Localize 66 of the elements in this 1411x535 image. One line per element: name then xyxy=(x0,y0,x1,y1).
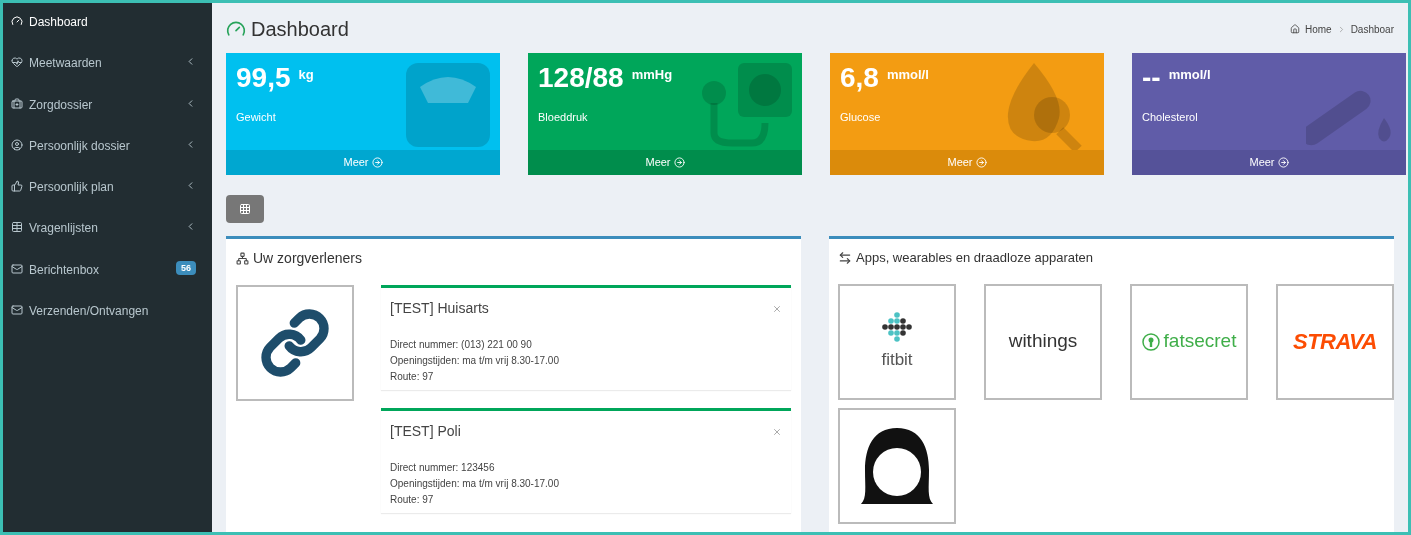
provider-detail: Route: 97 xyxy=(390,493,435,507)
grid-icon xyxy=(239,203,251,215)
stat-value: -- xyxy=(1142,61,1161,95)
arrow-circle-icon xyxy=(673,157,685,168)
stat-label: Cholesterol xyxy=(1142,110,1199,125)
app-name: STRAVA xyxy=(1293,328,1377,356)
app-name: fitbit xyxy=(881,348,913,371)
close-icon[interactable] xyxy=(772,426,782,437)
panel-title: Apps, wearables en draadloze apparaten xyxy=(856,249,1094,267)
sidebar-item[interactable]: Persoonlijk plan xyxy=(3,176,212,218)
stat-unit: kg xyxy=(298,66,314,84)
provider-detail: Openingstijden: ma t/m vrij 8.30-17.00 xyxy=(390,477,560,491)
stat-unit: mmol/l xyxy=(886,66,929,84)
sidebar-item[interactable]: Meetwaarden xyxy=(3,52,212,94)
sidebar-item[interactable]: Persoonlijk dossier xyxy=(3,134,212,177)
breadcrumb-link[interactable]: Dashboar xyxy=(1350,21,1394,37)
sidebar-item[interactable]: Zorgdossier xyxy=(3,93,212,135)
sidebar-item[interactable]: Verzenden/Ontvangen xyxy=(3,300,212,342)
breadcrumb-link[interactable]: Home xyxy=(1304,21,1332,37)
menu-icon xyxy=(11,180,23,193)
menu-icon xyxy=(11,138,23,151)
arrow-circle-icon xyxy=(1277,157,1289,168)
grid-view-button[interactable] xyxy=(226,195,264,223)
home-icon xyxy=(1289,24,1300,34)
provider-detail: Openingstijden: ma t/m vrij 8.30-17.00 xyxy=(390,354,560,368)
sitemap-icon xyxy=(236,252,249,265)
provider-detail: Direct nummer: 123456 xyxy=(390,461,496,475)
close-icon[interactable] xyxy=(772,303,782,314)
more-link[interactable]: Meer xyxy=(528,150,802,175)
stat-unit: mmol/l xyxy=(1168,66,1211,84)
stat-value: 99,5 xyxy=(236,61,291,95)
scale-icon xyxy=(406,63,490,147)
sidebar-item[interactable]: Dashboard xyxy=(3,11,212,53)
provider-detail: Route: 97 xyxy=(390,370,435,384)
stat-value: 128/88 xyxy=(538,61,624,95)
provider-detail: Direct nummer: (013) 221 00 90 xyxy=(390,338,533,352)
menu-icon xyxy=(11,221,23,234)
app-name: withings xyxy=(1008,329,1078,354)
exchange-icon xyxy=(838,250,852,265)
more-link[interactable]: Meer xyxy=(1132,150,1406,175)
stat-unit: mmHg xyxy=(631,66,673,84)
keyhole-icon xyxy=(1141,332,1160,351)
link-icon xyxy=(260,308,330,378)
count-badge: 56 xyxy=(176,260,196,275)
arrow-circle-icon xyxy=(975,157,987,168)
menu-icon xyxy=(11,15,23,27)
app-tile[interactable]: fitbit xyxy=(838,283,956,400)
provider-name: [TEST] Poli xyxy=(390,422,461,441)
page-title: Dashboard xyxy=(251,17,349,42)
menu-icon xyxy=(11,97,23,110)
app-tile[interactable] xyxy=(838,407,956,524)
stat-value: 6,8 xyxy=(840,61,879,95)
menu-icon xyxy=(11,56,23,69)
stat-label: Glucose xyxy=(840,110,882,125)
app-tile[interactable]: withings xyxy=(984,283,1102,400)
arrow-circle-icon xyxy=(371,157,383,168)
provider-name: [TEST] Huisarts xyxy=(390,299,489,318)
stat-label: Bloeddruk xyxy=(538,110,589,125)
dashboard-icon xyxy=(226,19,246,39)
panel-title: Uw zorgverleners xyxy=(253,249,362,268)
sidebar-item[interactable]: Vragenlijsten xyxy=(3,217,212,259)
sidebar-item[interactable]: Berichtenbox 56 xyxy=(3,258,212,301)
stat-label: Gewicht xyxy=(236,110,277,125)
menu-icon xyxy=(11,262,23,275)
menu-icon xyxy=(11,304,23,317)
app-name: fatsecret xyxy=(1163,329,1237,354)
